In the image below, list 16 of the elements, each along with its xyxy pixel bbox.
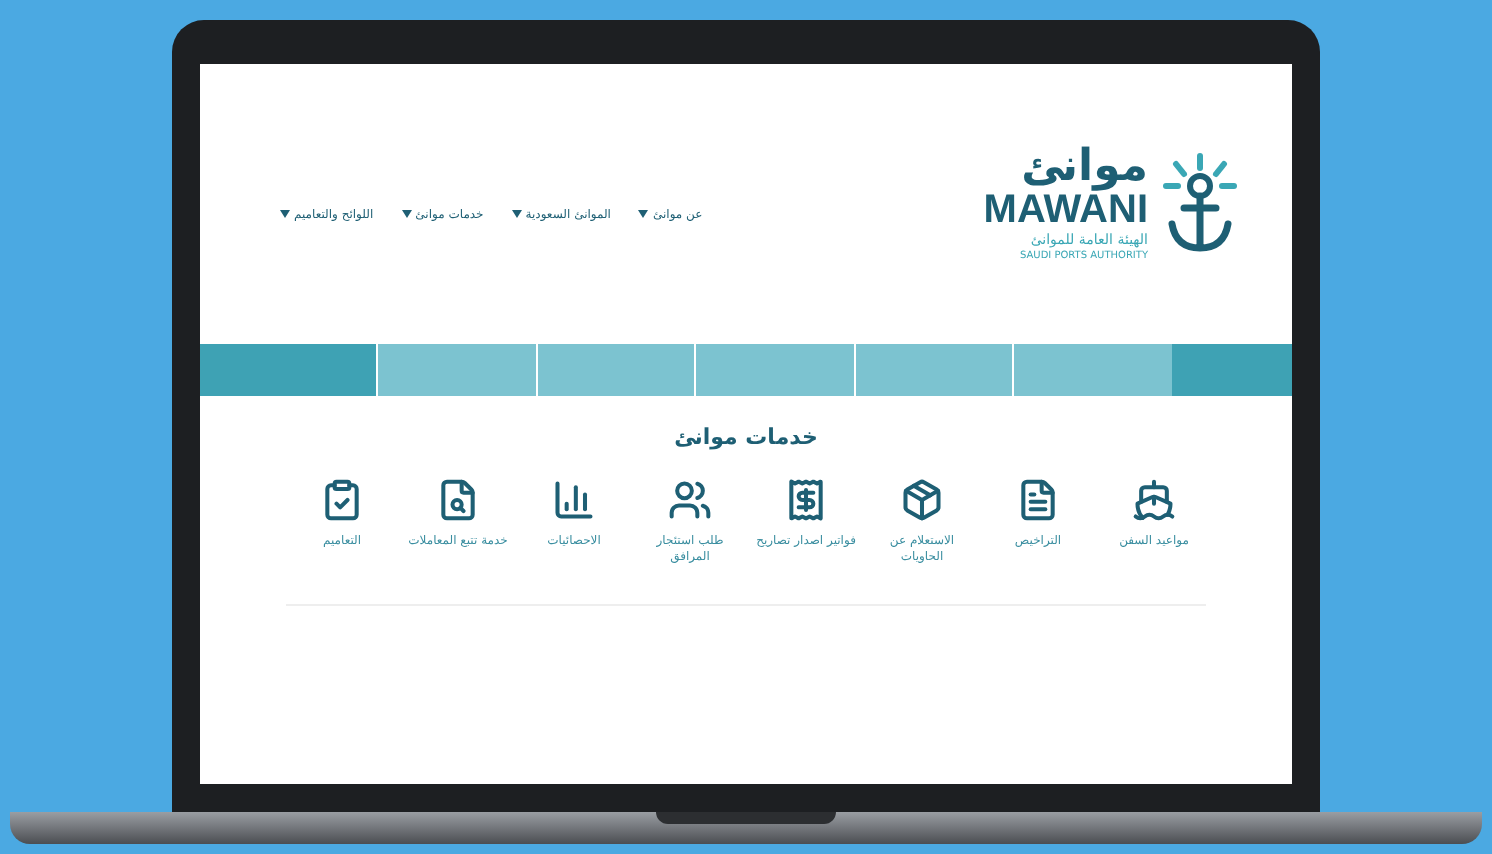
people-icon[interactable] [668, 478, 712, 522]
caret-icon [511, 210, 522, 218]
clipboard-check-icon[interactable] [320, 478, 364, 522]
receipt-icon[interactable] [784, 478, 828, 522]
document-icon[interactable] [1016, 478, 1060, 522]
logo-english-name: MAWANI [983, 190, 1148, 233]
section-title: خدمات موانئ [674, 424, 818, 450]
anchor-logo-icon [1160, 151, 1240, 256]
caret-icon [638, 210, 649, 218]
bar-chart-icon[interactable] [552, 478, 596, 522]
box-icon[interactable] [900, 478, 944, 522]
caret-icon [401, 210, 412, 218]
document-search-icon[interactable] [436, 478, 480, 522]
logo-arabic-name: موانئ [1021, 146, 1148, 191]
ship-icon[interactable] [1132, 478, 1176, 522]
caret-icon [280, 210, 290, 218]
